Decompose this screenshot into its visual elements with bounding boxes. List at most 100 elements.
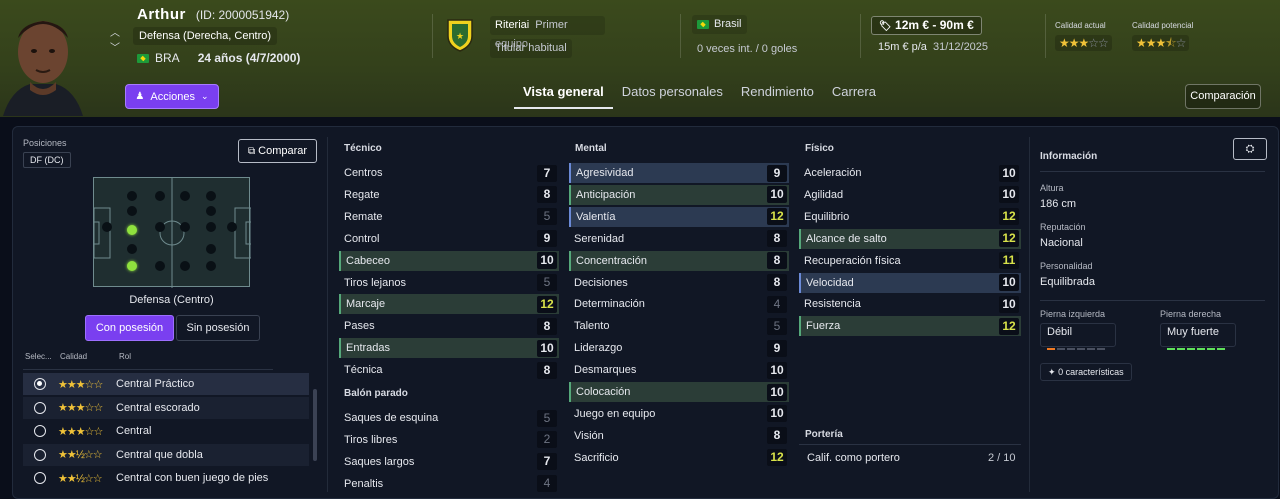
role-row[interactable]: ★★★☆☆ Central	[23, 420, 309, 442]
attribute-row[interactable]: Fuerza 12	[799, 316, 1021, 337]
pitch-position-dot[interactable]	[102, 222, 112, 232]
attribute-name: Pases	[344, 320, 375, 333]
next-player-icon[interactable]: ﹀	[110, 39, 120, 54]
attribute-row[interactable]: Remate 5	[339, 207, 559, 227]
pitch-position-dot[interactable]	[206, 206, 216, 216]
role-name: Central con buen juego de pies	[116, 472, 269, 484]
tab-personal-data[interactable]: Datos personales	[613, 80, 732, 109]
attribute-row[interactable]: Colocación 10	[569, 382, 789, 402]
pitch-position-dot[interactable]	[206, 191, 216, 201]
attribute-row[interactable]: Agilidad 10	[799, 185, 1021, 205]
attribute-row[interactable]: Marcaje 12	[339, 294, 559, 315]
out-of-possession-button[interactable]: Sin posesión	[176, 315, 260, 341]
attribute-name: Tiros libres	[344, 433, 398, 446]
tab-overview[interactable]: Vista general	[514, 80, 613, 109]
pitch-position-dot[interactable]	[206, 244, 216, 254]
attribute-row[interactable]: Agresividad 9	[569, 163, 789, 183]
brazil-flag-icon	[137, 53, 149, 63]
attribute-row[interactable]: Concentración 8	[569, 250, 789, 271]
tab-career[interactable]: Carrera	[823, 80, 885, 109]
attribute-name: Valentía	[576, 210, 616, 223]
in-possession-button[interactable]: Con posesión	[85, 315, 174, 341]
attribute-value: 12	[767, 208, 787, 226]
attribute-row[interactable]: Centros 7	[339, 163, 559, 183]
attribute-row[interactable]: Determinación 4	[569, 294, 789, 314]
comparison-button[interactable]: Comparación	[1185, 84, 1261, 109]
pitch-position-dot[interactable]	[227, 222, 237, 232]
playing-status: Titular habitual	[490, 39, 572, 58]
pitch-position-dot[interactable]	[206, 261, 216, 271]
attribute-row[interactable]: Saques largos 7	[339, 452, 559, 472]
attribute-row[interactable]: Sacrificio 12	[569, 448, 789, 468]
compare-button[interactable]: ⧉ Comparar	[238, 139, 317, 163]
attribute-row[interactable]: Visión 8	[569, 426, 789, 446]
profile-button[interactable]: ⛭	[1233, 138, 1267, 160]
pitch-position-dot[interactable]	[155, 222, 165, 232]
roles-scrollbar[interactable]	[313, 389, 317, 461]
attribute-row[interactable]: Resistencia 10	[799, 294, 1021, 314]
pitch-position-dot[interactable]	[180, 261, 190, 271]
attribute-row[interactable]: Decisiones 8	[569, 273, 789, 293]
role-row[interactable]: ★★½☆☆ Central con buen juego de pies	[23, 467, 309, 489]
attribute-row[interactable]: Cabeceo 10	[339, 250, 559, 271]
attribute-row[interactable]: Penaltis 4	[339, 474, 559, 494]
attribute-name: Talento	[574, 320, 610, 333]
attribute-row[interactable]: Juego en equipo 10	[569, 404, 789, 424]
attribute-row[interactable]: Velocidad 10	[799, 272, 1021, 293]
pitch-position-dot[interactable]	[155, 191, 165, 201]
traits-button[interactable]: ✦ 0 características	[1040, 363, 1132, 381]
pitch-position-dot[interactable]	[206, 222, 216, 232]
pitch-position-dot-active[interactable]	[127, 225, 137, 235]
attribute-row[interactable]: Tiros libres 2	[339, 430, 559, 450]
attribute-row[interactable]: Anticipación 10	[569, 184, 789, 205]
pitch-position-dot[interactable]	[127, 206, 137, 216]
attribute-row[interactable]: Recuperación física 11	[799, 251, 1021, 271]
left-foot-label: Pierna izquierda	[1040, 309, 1106, 319]
attribute-row[interactable]: Tiros lejanos 5	[339, 273, 559, 293]
pitch-position-dot[interactable]	[155, 261, 165, 271]
attribute-row[interactable]: Talento 5	[569, 316, 789, 336]
role-row[interactable]: ★★½☆☆ Central que dobla	[23, 443, 309, 466]
role-radio[interactable]	[34, 472, 46, 484]
attribute-row[interactable]: Técnica 8	[339, 360, 559, 380]
attribute-name: Agilidad	[804, 188, 844, 201]
role-radio[interactable]	[34, 425, 46, 437]
positions-label: Posiciones	[23, 138, 67, 148]
pitch-position-dot-active[interactable]	[127, 261, 137, 271]
attribute-row[interactable]: Valentía 12	[569, 206, 789, 227]
attribute-row[interactable]: Regate 8	[339, 185, 559, 205]
attribute-row[interactable]: Control 9	[339, 229, 559, 249]
role-row[interactable]: ★★★☆☆ Central Práctico	[23, 373, 309, 395]
pitch-position-dot[interactable]	[127, 191, 137, 201]
attribute-row[interactable]: Entradas 10	[339, 338, 559, 359]
attribute-row[interactable]: Alcance de salto 12	[799, 228, 1021, 249]
role-radio[interactable]	[34, 378, 46, 390]
attribute-row[interactable]: Saques de esquina 5	[339, 408, 559, 428]
pitch-position-dot[interactable]	[127, 244, 137, 254]
attribute-row[interactable]: Equilibrio 12	[799, 207, 1021, 227]
role-row[interactable]: ★★★☆☆ Central escorado	[23, 396, 309, 419]
attribute-row[interactable]: Pases 8	[339, 316, 559, 336]
previous-player-icon[interactable]: ︿	[110, 24, 120, 39]
international-country: Brasil	[714, 18, 742, 30]
attribute-row[interactable]: Desmarques 10	[569, 360, 789, 380]
attribute-name: Marcaje	[346, 298, 386, 311]
sparkle-icon: ✦	[1048, 367, 1056, 377]
attribute-name: Técnica	[344, 364, 383, 377]
col-select[interactable]: Selec...	[25, 352, 52, 361]
role-radio[interactable]	[34, 401, 46, 414]
actions-button[interactable]: ♟ Acciones ⌄	[125, 84, 219, 109]
tab-performance[interactable]: Rendimiento	[732, 80, 823, 109]
attribute-row[interactable]: Aceleración 10	[799, 163, 1021, 183]
transfer-value: 🏷 12m € - 90m €	[871, 16, 982, 35]
pitch-position-dot[interactable]	[180, 191, 190, 201]
attribute-row[interactable]: Serenidad 8	[569, 229, 789, 249]
foot-strength-segment	[1047, 348, 1055, 350]
col-role[interactable]: Rol	[119, 352, 131, 361]
pitch-position-dot[interactable]	[180, 222, 190, 232]
attribute-row[interactable]: Liderazgo 9	[569, 338, 789, 358]
role-radio[interactable]	[34, 448, 46, 461]
position-pitch	[93, 177, 251, 288]
club-crest-icon: ★	[447, 19, 473, 52]
col-quality[interactable]: Calidad	[60, 352, 87, 361]
